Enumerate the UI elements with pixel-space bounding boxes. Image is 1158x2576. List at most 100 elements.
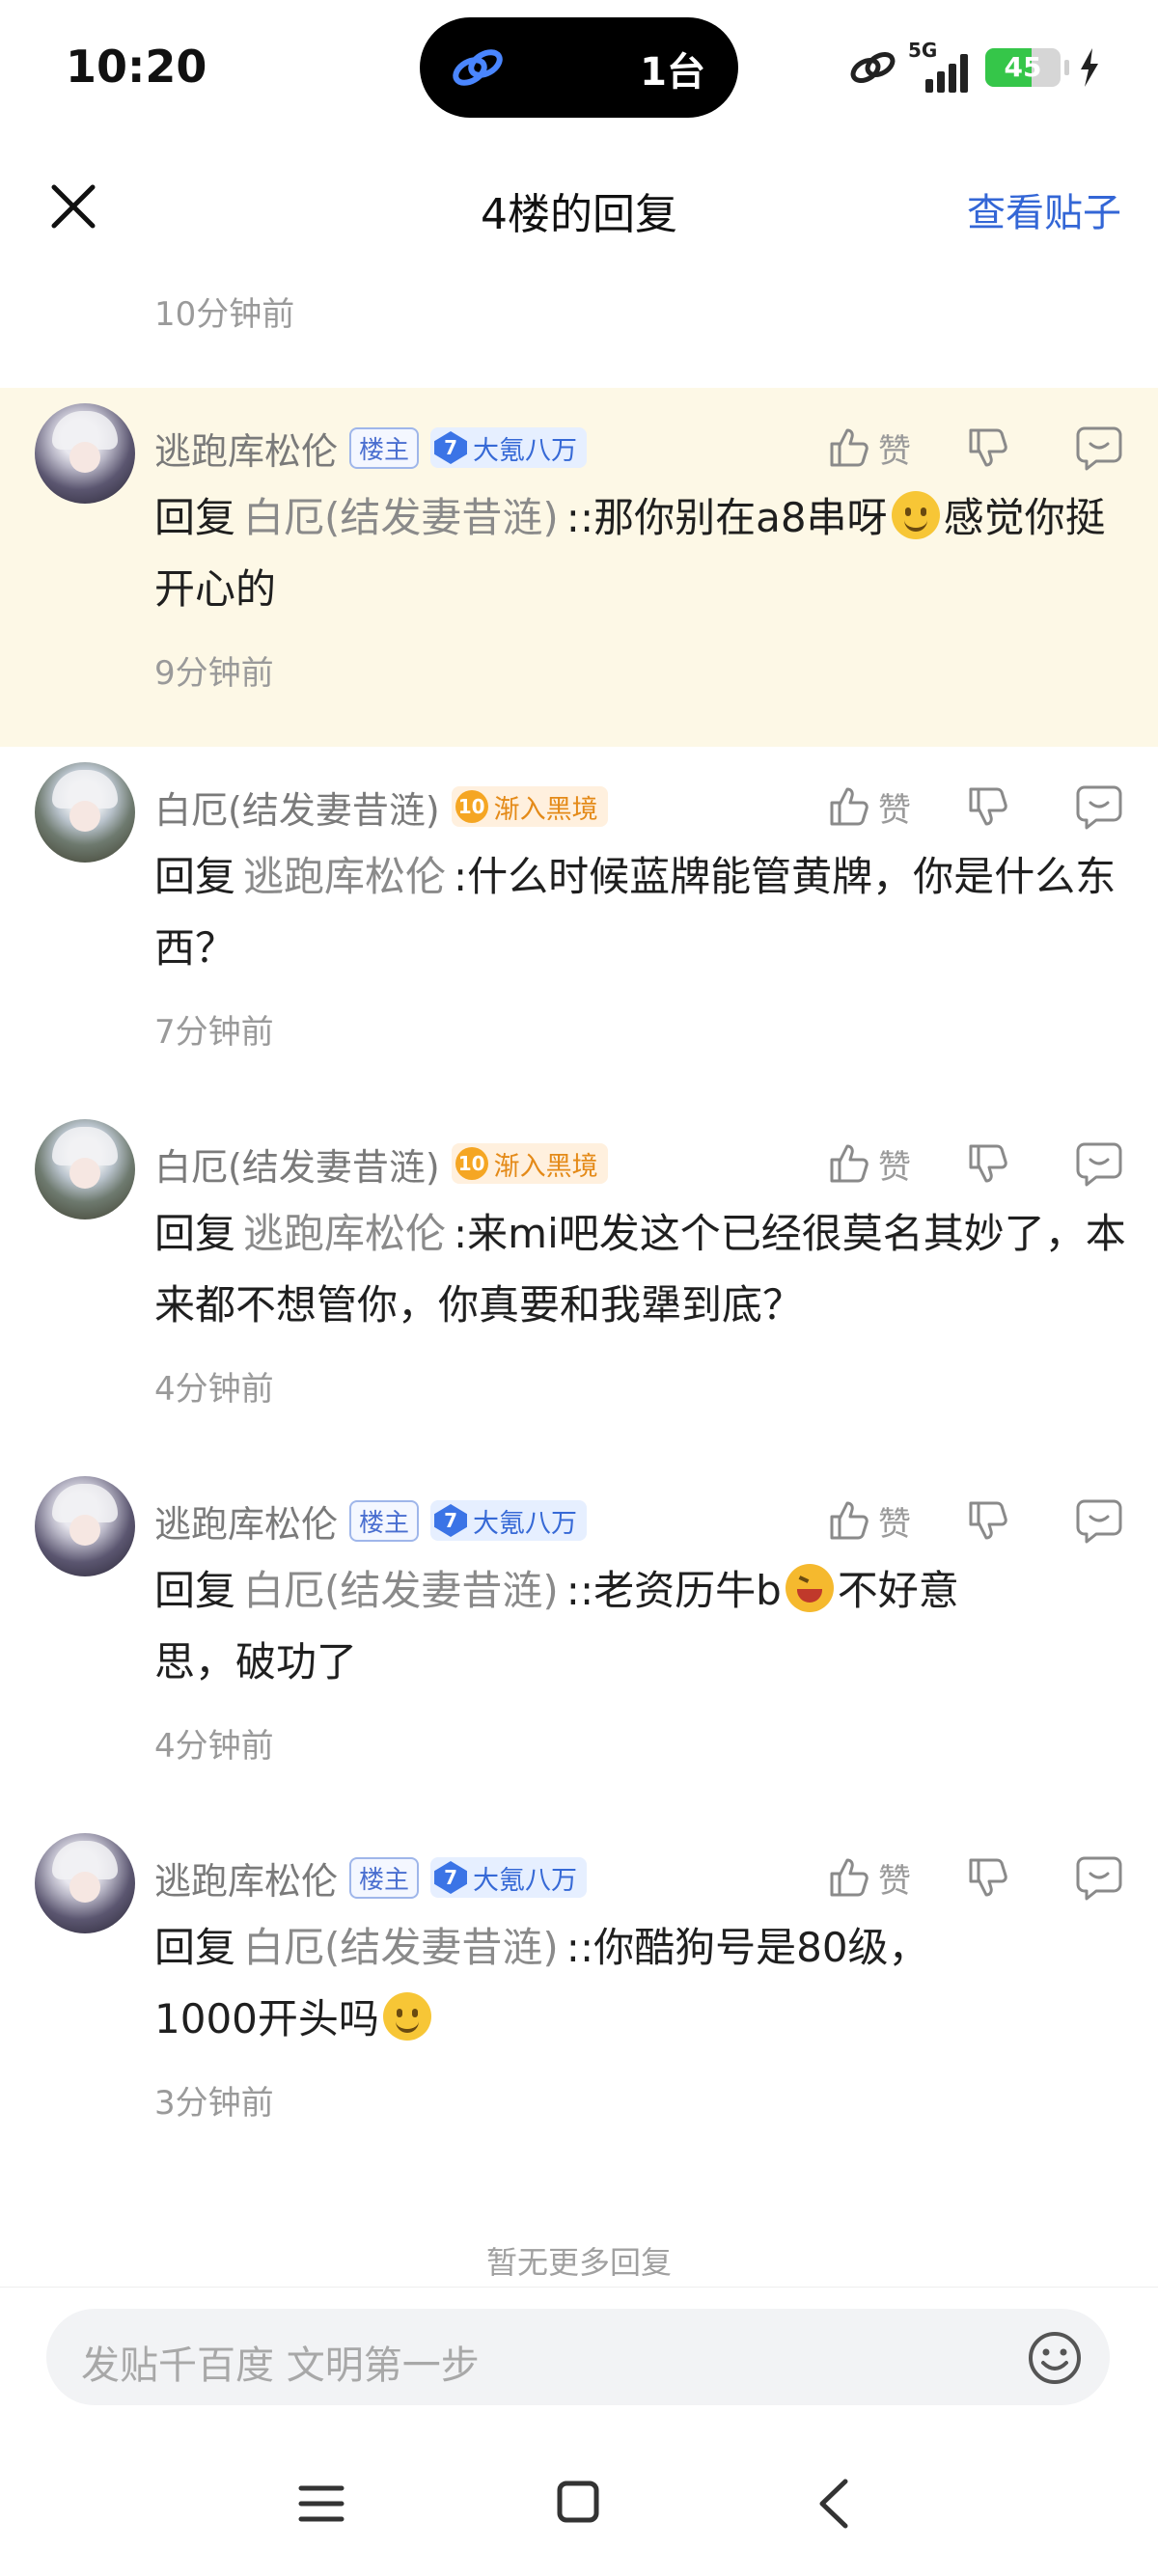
charging-icon	[1081, 48, 1098, 87]
user-line: 逃跑库松伦 楼主 7 大氪八万	[154, 1494, 588, 1548]
reply-text: :什么时候蓝牌能管黄牌，你是	[454, 853, 995, 900]
username[interactable]: 逃跑库松伦	[154, 1851, 338, 1905]
status-icons: 5G 45	[848, 39, 1100, 96]
level-title: 大氪八万	[473, 435, 578, 466]
like-button[interactable]: 赞	[826, 783, 911, 831]
reply-word: 回复	[154, 1924, 236, 1971]
reply-target[interactable]: 白厄(结发妻昔涟)	[243, 1924, 559, 1971]
status-time: 10:20	[66, 41, 207, 93]
comment-button[interactable]	[1075, 425, 1123, 471]
level-title: 大氪八万	[473, 1865, 578, 1896]
username[interactable]: 逃跑库松伦	[154, 422, 338, 475]
reply-actions: 赞	[826, 1850, 1123, 1905]
menu-icon[interactable]	[297, 2481, 345, 2526]
comment-icon	[1076, 785, 1122, 830]
previous-reply-time: 10分钟前	[154, 295, 295, 334]
reply-item[interactable]: 逃跑库松伦 楼主 7 大氪八万 赞 回复 白厄(结发妻昔涟)::那你别在a8串呀感…	[0, 388, 1158, 747]
reply-word: 回复	[154, 1567, 236, 1614]
comment-button[interactable]	[1075, 1854, 1123, 1901]
like-button[interactable]: 赞	[826, 1497, 911, 1545]
dislike-button[interactable]	[965, 1497, 1011, 1544]
reply-text-cont: 1000开头吗	[154, 1995, 379, 2042]
reply-target[interactable]: 逃跑库松伦	[243, 1210, 446, 1257]
reply-actions: 赞	[826, 421, 1123, 475]
reply-content: 回复 白厄(结发妻昔涟)::老资历牛b 不好意思，破功了	[154, 1555, 1129, 1698]
reply-actions: 赞	[826, 1137, 1123, 1191]
host-badge: 楼主	[349, 1499, 420, 1542]
level-badge: 7 大氪八万	[430, 1857, 588, 1898]
reply-text: ::老资历牛b	[565, 1567, 782, 1614]
reply-target[interactable]: 逃跑库松伦	[243, 853, 446, 900]
reply-word: 回复	[154, 494, 236, 541]
username[interactable]: 逃跑库松伦	[154, 1494, 338, 1548]
reply-word: 回复	[154, 853, 236, 900]
username[interactable]: 白厄(结发妻昔涟)	[154, 781, 440, 834]
reply-content: 回复 白厄(结发妻昔涟)::你酷狗号是80级， 1000开头吗	[154, 1912, 1129, 2055]
host-badge: 楼主	[349, 1856, 420, 1899]
back-chevron-icon[interactable]	[816, 2478, 851, 2530]
username[interactable]: 白厄(结发妻昔涟)	[154, 1137, 440, 1191]
reply-item[interactable]: 白厄(结发妻昔涟) 10 渐入黑境 赞 回复 逃跑库松伦:来mi吧发这个已经很莫名…	[0, 1104, 1158, 1461]
avatar[interactable]	[35, 762, 135, 863]
reply-target[interactable]: 白厄(结发妻昔涟)	[243, 1567, 559, 1614]
reply-target[interactable]: 白厄(结发妻昔涟)	[243, 494, 559, 541]
user-line: 白厄(结发妻昔涟) 10 渐入黑境	[154, 781, 608, 832]
thumbs-down-icon	[969, 1501, 1007, 1540]
level-title: 渐入黑境	[493, 1151, 598, 1182]
comment-button[interactable]	[1075, 1497, 1123, 1544]
thumbs-up-icon	[830, 1858, 868, 1897]
dislike-button[interactable]	[965, 1854, 1011, 1901]
user-line: 白厄(结发妻昔涟) 10 渐入黑境	[154, 1138, 608, 1189]
comment-button[interactable]	[1075, 783, 1123, 830]
comment-icon	[1076, 1499, 1122, 1544]
island-label: 1台	[640, 50, 705, 95]
thumbs-up-icon	[830, 1144, 868, 1183]
level-title: 渐入黑境	[493, 794, 598, 825]
battery-level: 45	[1004, 51, 1042, 83]
thumbs-down-icon	[969, 1144, 1007, 1183]
like-button[interactable]: 赞	[826, 1854, 911, 1902]
smile-emoji-icon	[382, 1992, 431, 2041]
level-gem-icon: 7	[434, 1504, 468, 1537]
thumbs-down-icon	[969, 1858, 1007, 1897]
avatar[interactable]	[35, 1119, 135, 1219]
signal-icon: 5G	[908, 39, 976, 93]
input-placeholder: 发贴千百度 文明第一步	[81, 2343, 480, 2388]
reply-time: 4分钟前	[154, 1727, 274, 1766]
comment-button[interactable]	[1075, 1140, 1123, 1187]
top-bar: 4楼的回复 查看贴子	[0, 145, 1158, 270]
thumbs-up-icon	[830, 787, 868, 826]
avatar[interactable]	[35, 403, 135, 504]
thumbs-up-icon	[830, 428, 868, 467]
reply-item[interactable]: 逃跑库松伦 楼主 7 大氪八万 赞 回复 白厄(结发妻昔涟)::你酷狗号是80级，…	[0, 1818, 1158, 2175]
dislike-button[interactable]	[965, 425, 1011, 471]
emoji-icon[interactable]	[1027, 2330, 1083, 2386]
dynamic-island[interactable]: 1台	[420, 17, 738, 118]
reply-actions: 赞	[826, 780, 1123, 834]
dislike-button[interactable]	[965, 783, 1011, 830]
dislike-button[interactable]	[965, 1140, 1011, 1187]
smile-emoji-icon	[891, 491, 940, 539]
reply-content: 回复 白厄(结发妻昔涟)::那你别在a8串呀 感觉你挺开心的	[154, 482, 1129, 625]
level-badge: 10 渐入黑境	[451, 786, 608, 827]
like-button[interactable]: 赞	[826, 1140, 911, 1188]
reply-input[interactable]: 发贴千百度 文明第一步	[46, 2309, 1110, 2405]
avatar[interactable]	[35, 1833, 135, 1933]
like-button[interactable]: 赞	[826, 425, 911, 472]
reply-time: 7分钟前	[154, 1013, 274, 1052]
reply-item[interactable]: 逃跑库松伦 楼主 7 大氪八万 赞 回复 白厄(结发妻昔涟)::老资历牛b 不好意思…	[0, 1461, 1158, 1818]
view-post-link[interactable]: 查看贴子	[967, 181, 1121, 237]
reply-time: 9分钟前	[154, 654, 274, 693]
reply-text-cont: 不好意	[837, 1567, 959, 1614]
reply-item[interactable]: 白厄(结发妻昔涟) 10 渐入黑境 赞 回复 逃跑库松伦:什么时候蓝牌能管黄牌，你…	[0, 747, 1158, 1104]
thumbs-down-icon	[969, 787, 1007, 826]
home-square-icon[interactable]	[556, 2480, 600, 2524]
comment-icon	[1076, 1856, 1122, 1901]
user-line: 逃跑库松伦 楼主 7 大氪八万	[154, 1851, 588, 1905]
reply-actions: 赞	[826, 1494, 1123, 1548]
level-badge: 10 渐入黑境	[451, 1143, 608, 1184]
reply-text-line3: 思，破功了	[154, 1638, 358, 1685]
like-label: 赞	[878, 790, 911, 830]
avatar[interactable]	[35, 1476, 135, 1576]
reply-time: 3分钟前	[154, 2084, 274, 2123]
